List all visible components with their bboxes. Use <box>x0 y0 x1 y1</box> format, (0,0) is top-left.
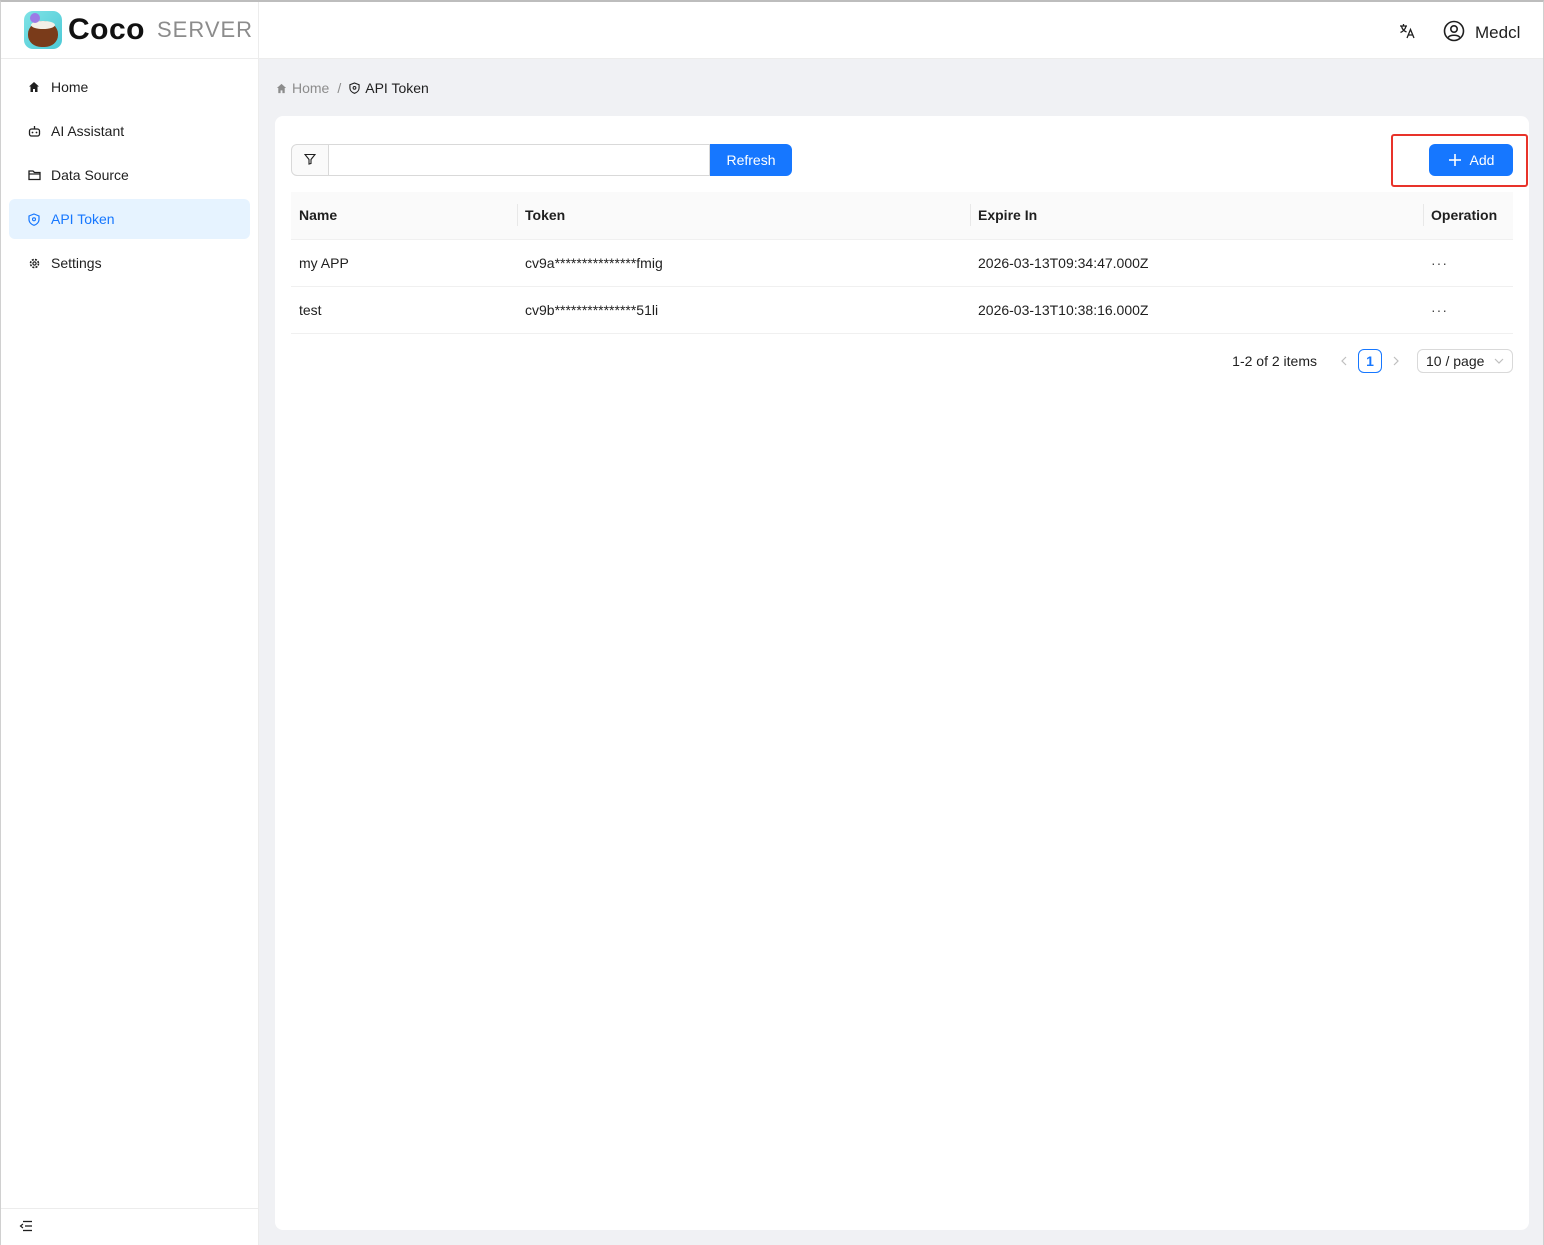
language-switch-button[interactable] <box>1397 22 1417 42</box>
search-input[interactable] <box>329 144 710 176</box>
app-window: Coco SERVER Home AI Assistant Data Sourc… <box>0 0 1544 1245</box>
column-header-operation: Operation <box>1423 192 1513 240</box>
plus-icon <box>1448 153 1462 167</box>
sidebar-item-label: API Token <box>51 211 115 227</box>
next-page-button[interactable] <box>1385 349 1407 373</box>
top-header: Medcl <box>259 2 1543 59</box>
cell-name: my APP <box>291 239 517 287</box>
sidebar: Coco SERVER Home AI Assistant Data Sourc… <box>1 2 259 1245</box>
home-icon <box>27 80 41 94</box>
cell-name: test <box>291 286 517 334</box>
page-size-select[interactable]: 10 / page <box>1417 349 1513 373</box>
chevron-left-icon <box>1340 353 1348 369</box>
sidebar-item-settings[interactable]: Settings <box>9 243 250 283</box>
column-header-token: Token <box>517 192 970 240</box>
page-size-value: 10 / page <box>1426 353 1485 369</box>
user-name: Medcl <box>1475 22 1521 42</box>
sidebar-item-label: Settings <box>51 255 102 271</box>
sidebar-item-label: Home <box>51 79 89 95</box>
table-header-row: Name Token Expire In Operation <box>291 192 1513 240</box>
collapse-sidebar-button[interactable] <box>1 1208 258 1245</box>
more-actions-icon[interactable]: ··· <box>1431 302 1448 318</box>
pagination: 1-2 of 2 items 1 10 / page <box>1232 349 1513 373</box>
column-header-name: Name <box>291 192 517 240</box>
user-menu[interactable]: Medcl <box>1443 20 1520 45</box>
breadcrumb-separator: / <box>337 80 342 96</box>
translate-icon <box>1398 22 1416 43</box>
breadcrumb-current-label: API Token <box>365 80 429 96</box>
add-button-label: Add <box>1469 152 1495 168</box>
user-icon <box>1443 20 1465 45</box>
cell-token: cv9a***************fmig <box>517 239 970 287</box>
sidebar-item-data-source[interactable]: Data Source <box>9 155 250 195</box>
api-token-card: Refresh Add Name Token Expire In Operati… <box>275 116 1529 1230</box>
page-number-button[interactable]: 1 <box>1358 349 1382 373</box>
prev-page-button[interactable] <box>1333 349 1355 373</box>
brand-name: Coco <box>68 13 145 46</box>
shield-icon <box>349 82 360 94</box>
menu-fold-icon <box>19 1219 33 1235</box>
gear-icon <box>27 256 41 270</box>
coconut-logo-icon <box>24 11 62 49</box>
sidebar-item-ai-assistant[interactable]: AI Assistant <box>9 111 250 151</box>
sidebar-item-api-token[interactable]: API Token <box>9 199 250 239</box>
folder-icon <box>27 168 41 182</box>
brand-logo[interactable]: Coco SERVER <box>1 2 258 59</box>
more-actions-icon[interactable]: ··· <box>1431 255 1448 271</box>
chevron-right-icon <box>1392 353 1400 369</box>
breadcrumb-current: API Token <box>349 80 429 96</box>
pagination-total: 1-2 of 2 items <box>1232 353 1317 369</box>
sidebar-menu: Home AI Assistant Data Source API Token <box>1 59 258 283</box>
sidebar-item-home[interactable]: Home <box>9 67 250 107</box>
breadcrumb: Home / API Token <box>276 80 429 96</box>
search-bar: Refresh <box>291 144 792 176</box>
add-token-button[interactable]: Add <box>1429 144 1513 176</box>
refresh-button[interactable]: Refresh <box>710 144 792 176</box>
breadcrumb-home-link[interactable]: Home <box>276 80 329 96</box>
sidebar-item-label: Data Source <box>51 167 129 183</box>
cell-expire: 2026-03-13T09:34:47.000Z <box>970 239 1423 287</box>
filter-icon <box>303 152 317 168</box>
filter-button[interactable] <box>291 144 329 176</box>
sidebar-item-label: AI Assistant <box>51 123 125 139</box>
table-row[interactable]: my APP cv9a***************fmig 2026-03-1… <box>291 239 1513 287</box>
chevron-down-icon <box>1494 356 1504 367</box>
cell-expire: 2026-03-13T10:38:16.000Z <box>970 286 1423 334</box>
brand-subtitle: SERVER <box>157 17 254 42</box>
cell-token: cv9b***************51li <box>517 286 970 334</box>
breadcrumb-home-label: Home <box>292 80 330 96</box>
table-row[interactable]: test cv9b***************51li 2026-03-13T… <box>291 286 1513 334</box>
main-content: Home / API Token Refresh Add Name Token … <box>259 59 1543 1245</box>
home-icon <box>276 83 287 94</box>
robot-icon <box>27 124 41 138</box>
column-header-expire: Expire In <box>970 192 1423 240</box>
shield-icon <box>27 212 41 226</box>
token-table: Name Token Expire In Operation my APP cv… <box>291 192 1513 334</box>
